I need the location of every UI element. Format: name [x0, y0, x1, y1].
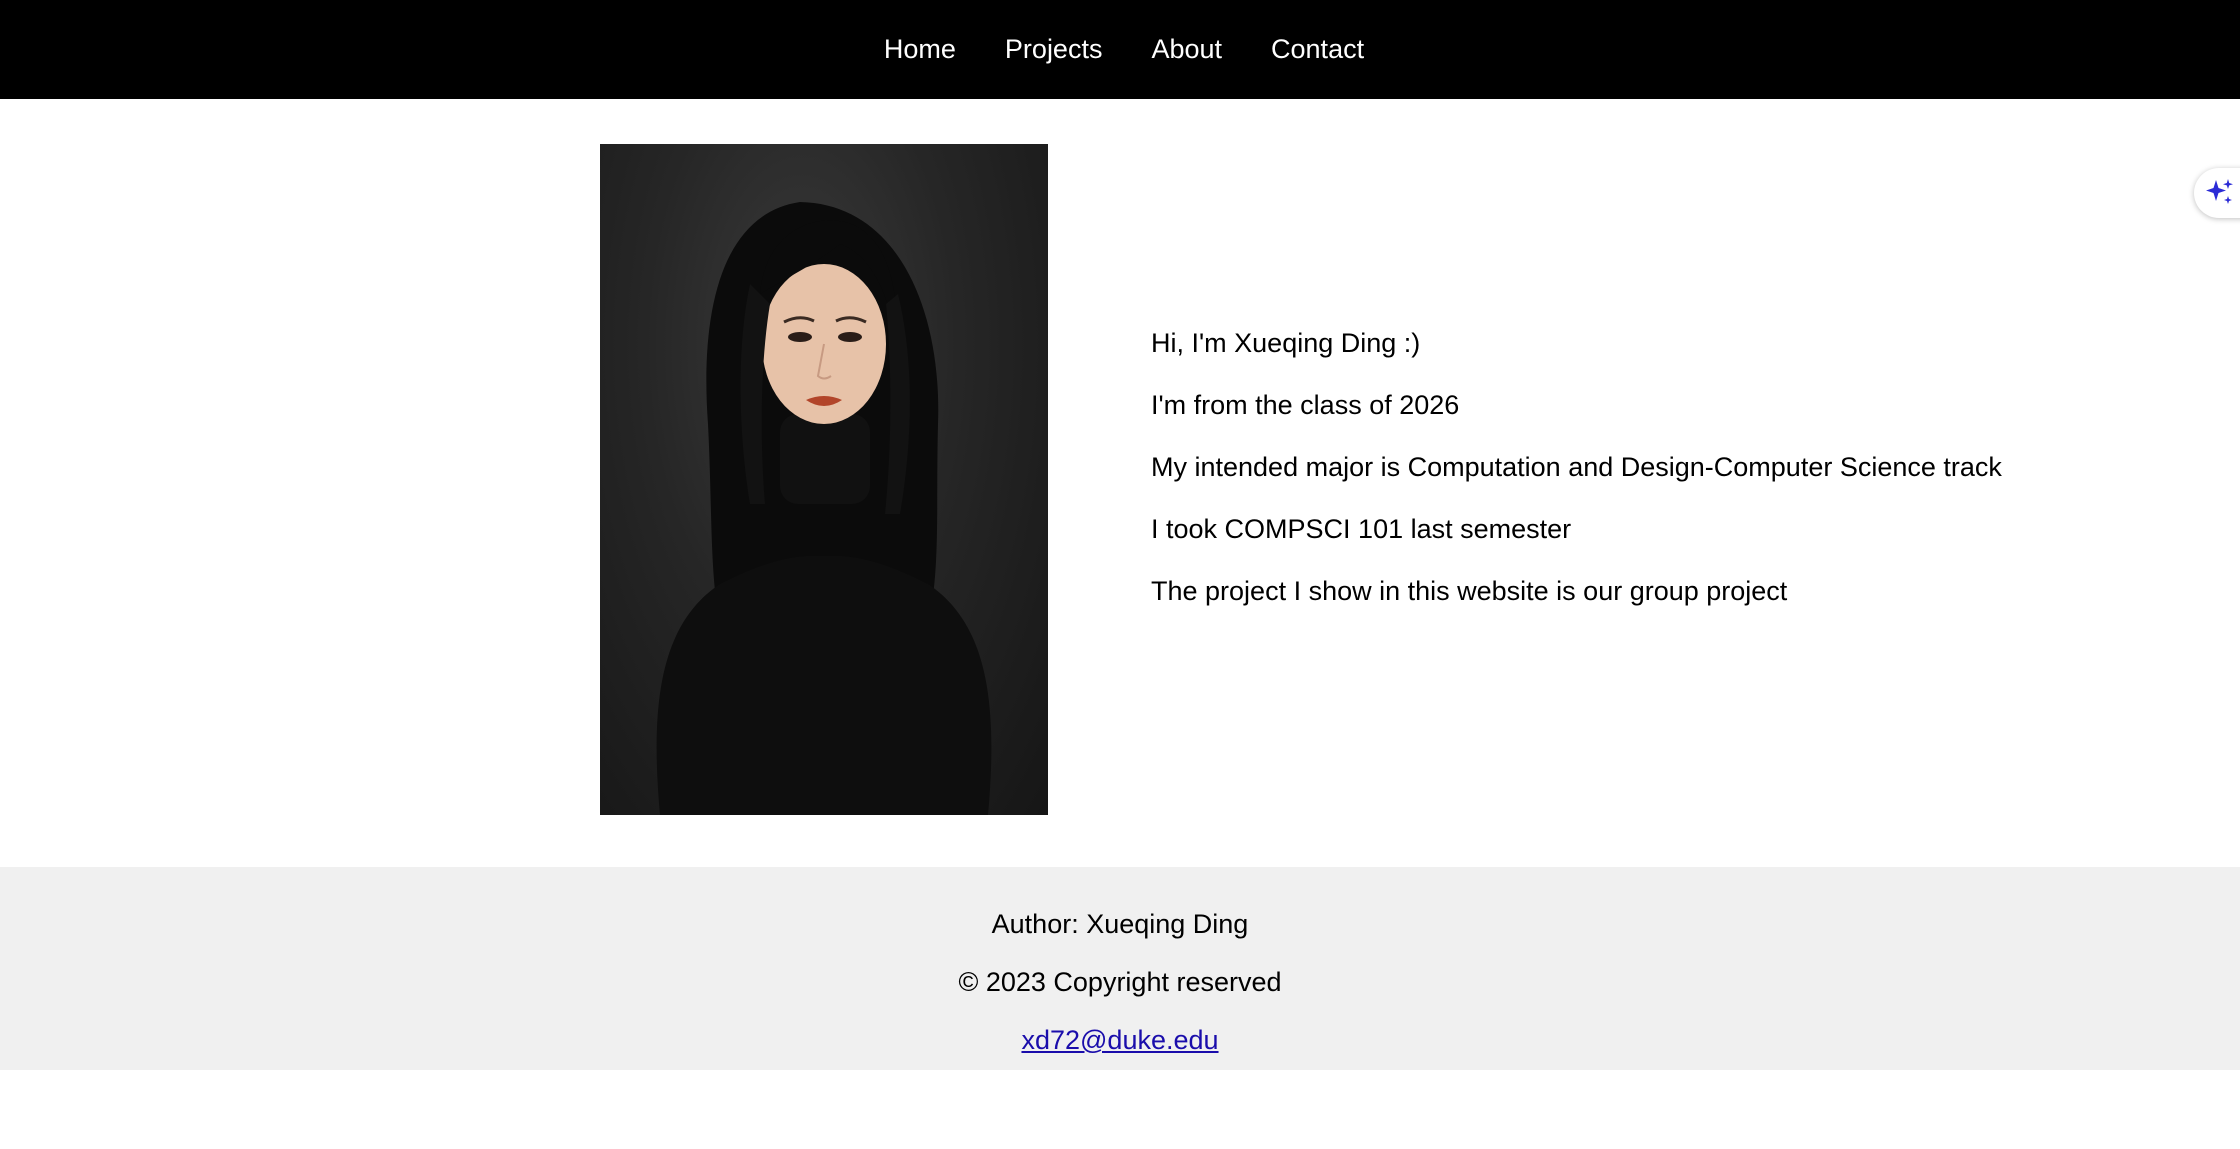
sparkle-assistant-button[interactable]: [2194, 168, 2240, 218]
bio-major: My intended major is Computation and Des…: [1151, 452, 2002, 482]
nav-home-link[interactable]: Home: [884, 36, 956, 63]
sparkle-icon: [2206, 179, 2233, 204]
bio-section: Hi, I'm Xueqing Ding :) I'm from the cla…: [1151, 330, 2002, 640]
bio-class-year: I'm from the class of 2026: [1151, 390, 1460, 420]
footer-email-line: xd72@duke.edu: [0, 1025, 2240, 1055]
nav-contact-link[interactable]: Contact: [1271, 36, 1364, 63]
footer-author: Author: Xueqing Ding: [991, 909, 1249, 939]
nav-links: Home Projects About Contact: [884, 36, 1364, 63]
profile-photo: [600, 144, 1048, 815]
portrait-illustration: [656, 202, 992, 815]
top-navbar: Home Projects About Contact: [0, 0, 2240, 99]
footer-copyright: © 2023 Copyright reserved: [958, 967, 1282, 997]
bio-project: The project I show in this website is ou…: [1151, 576, 1788, 606]
bio-course: I took COMPSCI 101 last semester: [1151, 514, 1572, 544]
page-footer: Author: Xueqing Ding © 2023 Copyright re…: [0, 867, 2240, 1070]
bio-greeting: Hi, I'm Xueqing Ding :): [1151, 328, 1421, 358]
nav-about-link[interactable]: About: [1151, 36, 1222, 63]
nav-projects-link[interactable]: Projects: [1005, 36, 1103, 63]
footer-email-link[interactable]: xd72@duke.edu: [1021, 1025, 1218, 1055]
